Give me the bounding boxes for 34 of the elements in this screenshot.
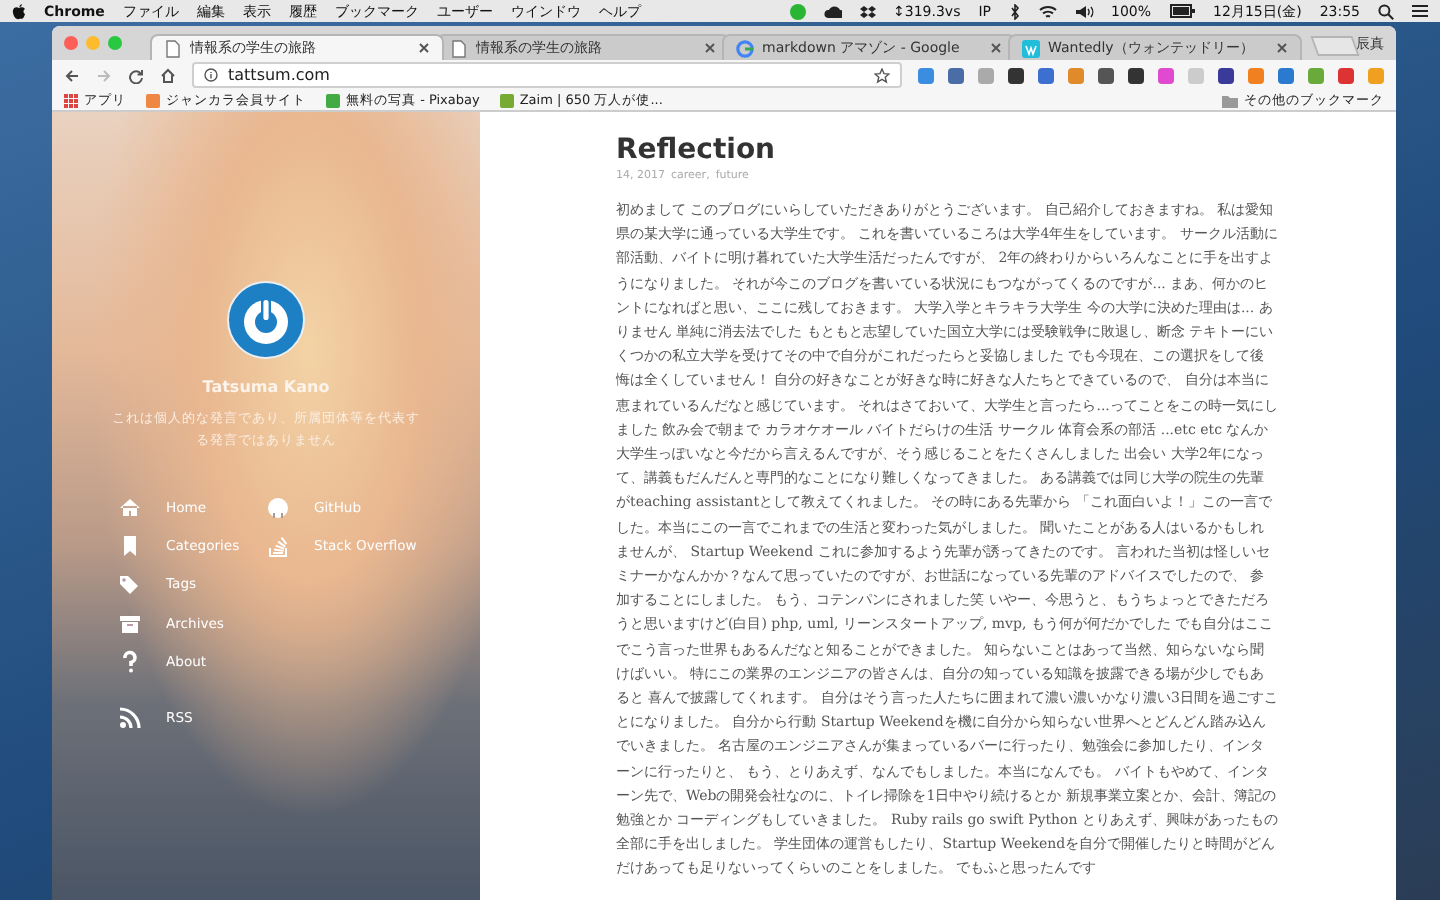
bluetooth-icon[interactable] <box>1009 3 1020 19</box>
apple-icon <box>12 3 26 19</box>
favicon-icon <box>499 93 514 107</box>
bookmark-icon <box>118 533 142 558</box>
wifi-icon[interactable] <box>1037 3 1058 19</box>
close-icon[interactable] <box>704 42 716 54</box>
favicon-icon <box>146 93 160 107</box>
dropbox-icon[interactable] <box>859 3 876 19</box>
question-mark-icon <box>118 649 142 674</box>
apps-grid-icon <box>64 93 78 107</box>
info-icon <box>204 68 218 82</box>
tags-icon <box>118 572 142 597</box>
home-icon <box>118 495 142 520</box>
author-name: Tatsuma Kano <box>202 378 330 396</box>
cloud-icon[interactable] <box>823 4 842 18</box>
stack-overflow-icon <box>266 533 290 558</box>
home-icon[interactable] <box>160 67 176 83</box>
rss-icon <box>118 706 142 731</box>
archive-box-icon <box>118 611 142 636</box>
logo-icon <box>226 280 306 360</box>
post-title: Reflection <box>616 134 778 166</box>
google-icon <box>736 39 754 57</box>
star-icon[interactable] <box>874 67 890 83</box>
close-icon[interactable] <box>990 42 1002 54</box>
close-icon[interactable] <box>418 42 430 54</box>
favicon-icon <box>326 93 340 107</box>
menu-icon[interactable] <box>1412 4 1428 18</box>
back-icon[interactable] <box>64 67 80 83</box>
reload-icon[interactable] <box>128 67 144 83</box>
address-bar[interactable]: tattsum.com <box>192 62 902 88</box>
search-icon[interactable] <box>1378 3 1394 19</box>
close-icon[interactable] <box>1276 42 1288 54</box>
speaker-icon[interactable] <box>1075 3 1094 19</box>
battery-icon <box>1169 4 1196 18</box>
